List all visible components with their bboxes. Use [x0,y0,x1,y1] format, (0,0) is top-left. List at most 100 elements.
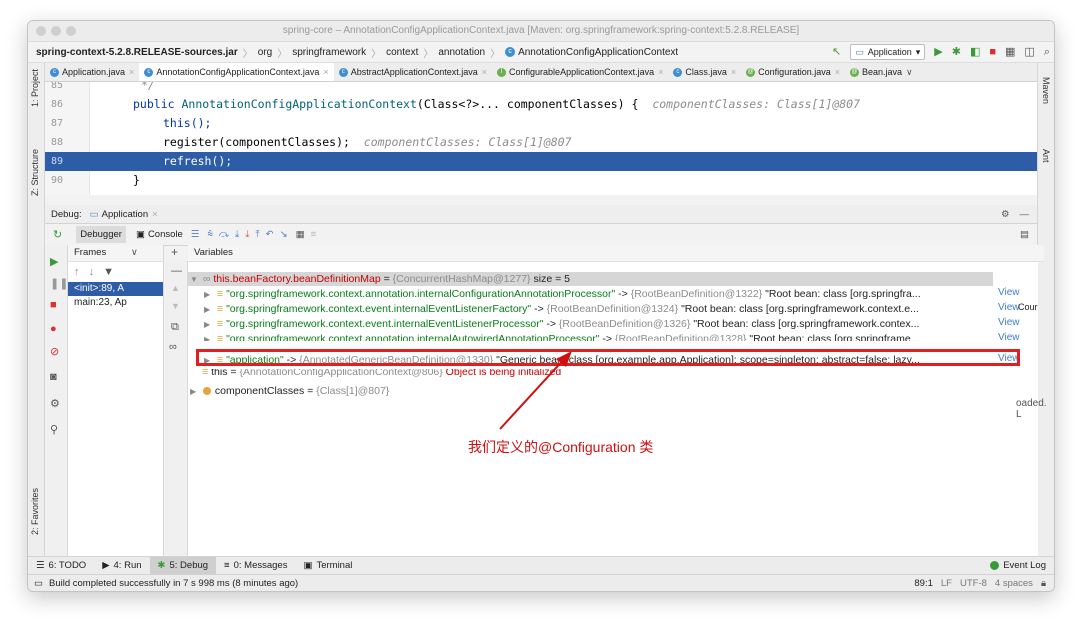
rerun-icon[interactable]: ↻ [53,228,62,241]
variable-row-entry[interactable]: ▶ ≡ "org.springframework.context.event.in… [188,317,1009,331]
variable-row-this[interactable]: ≡ this = {AnnotationConfigApplicationCont… [188,369,1007,377]
move-down-icon[interactable]: ▼ [171,301,180,311]
collapsed-triangle-icon[interactable]: ▶ [204,288,214,301]
frame-row[interactable]: main:23, Ap [68,296,163,310]
line-separator[interactable]: LF [941,578,952,589]
variable-row-entry[interactable]: ▶ ≡ "org.springframework.context.event.in… [188,302,1009,316]
tab-configuration-java[interactable]: @ Configuration.java × [741,63,845,81]
chevron-down-icon[interactable]: ∨ [906,67,913,78]
camera-icon[interactable]: ◙ [50,371,57,383]
run-icon[interactable]: ▶ [934,46,942,58]
expanded-triangle-icon[interactable]: ▼ [190,273,200,286]
close-icon[interactable]: × [323,67,328,77]
view-link[interactable]: View [998,287,1020,298]
settings-icon[interactable]: ⚙ [50,397,60,410]
minimize-icon[interactable]: — [1020,209,1030,220]
drop-frame-icon[interactable]: ↶ [266,229,274,240]
collapsed-triangle-icon[interactable]: ▶ [204,303,214,316]
show-execution-point-icon[interactable]: ⩯ [207,229,213,240]
tab-debug[interactable]: ✱ 5: Debug [149,557,217,574]
tab-messages[interactable]: ≡ 0: Messages [216,557,295,574]
breadcrumb-jar[interactable]: spring-context-5.2.8.RELEASE-sources.jar [36,47,238,58]
tab-annotationconfigapplicationcontext-java[interactable]: c AnnotationConfigApplicationContext.jav… [139,63,334,81]
code-editor[interactable]: 85 */ 86 public AnnotationConfigApplicat… [45,82,1037,195]
close-icon[interactable]: × [152,209,158,220]
variable-row-beandefinitionmap[interactable]: ▼ ∞ this.beanFactory.beanDefinitionMap =… [188,272,993,286]
window-layout-icon[interactable]: ▭ [34,578,43,589]
search-icon[interactable]: ⌕ [1044,46,1050,58]
close-icon[interactable]: × [835,67,840,77]
copy-icon[interactable]: ⧉ [171,321,179,334]
view-link[interactable]: View [998,317,1020,328]
breadcrumb-class[interactable]: AnnotationConfigApplicationContext [518,47,678,58]
frame-row[interactable]: <init>:89, A [68,282,163,296]
resume-icon[interactable]: ▶ [50,255,58,268]
view-link[interactable]: View [998,302,1020,313]
step-out-icon[interactable]: ⤒ [255,229,259,240]
evaluate-expression-icon[interactable]: ▦ [296,229,305,240]
gear-icon[interactable]: ⚙ [1001,209,1010,220]
coverage-icon[interactable]: ◧ [970,46,980,58]
breadcrumb-org[interactable]: org [258,47,272,58]
tab-abstractapplicationcontext-java[interactable]: c AbstractApplicationContext.java × [334,63,492,81]
lock-icon[interactable]: 🔒︎ [1041,578,1046,589]
tab-configurableapplicationcontext-java[interactable]: I ConfigurableApplicationContext.java × [492,63,668,81]
pin-icon[interactable]: ⚲ [50,423,58,436]
breadcrumb-context[interactable]: context [386,47,418,58]
arrow-down-icon[interactable]: ↓ [89,266,95,278]
view-breakpoints-icon[interactable]: ● [50,323,57,335]
run-to-cursor-icon[interactable]: ↘ [280,229,288,240]
console-tab[interactable]: Console [148,229,183,240]
remove-icon[interactable]: — [171,265,182,277]
variable-row-componentclasses[interactable]: ▶ componentClasses = {Class[1]@807} [188,384,995,398]
favorites-tool-button[interactable]: 2: Favorites [30,488,40,535]
close-icon[interactable]: × [658,67,663,77]
collapsed-triangle-icon[interactable]: ▶ [204,318,214,331]
debugger-tab[interactable]: Debugger [76,226,126,243]
maven-tool-button[interactable]: Maven [1041,77,1051,104]
variable-row-entry-clipped[interactable]: ▶ ≡ "org.springframework.context.annotati… [188,332,1009,341]
structure-tool-button[interactable]: Z: Structure [30,149,40,196]
mute-breakpoints-icon[interactable]: ⊘ [50,345,59,358]
stop-icon[interactable]: ■ [989,46,996,58]
tab-bean-java[interactable]: @ Bean.java ∨ [845,63,918,81]
glasses-icon[interactable]: ∞ [169,341,177,353]
arrow-up-icon[interactable]: ↑ [74,266,80,278]
view-link[interactable]: View [998,332,1020,341]
close-icon[interactable]: × [129,67,134,77]
caret-position[interactable]: 89:1 [914,578,933,589]
chevron-down-icon[interactable]: ∨ [131,247,138,258]
collapsed-triangle-icon[interactable]: ▶ [190,385,200,398]
tab-application-java[interactable]: c Application.java × [45,63,139,81]
file-encoding[interactable]: UTF-8 [960,578,987,589]
back-arrow-icon[interactable]: ↖ [832,46,841,58]
tab-run[interactable]: ▶ 4: Run [94,557,149,574]
run-configuration-select[interactable]: ▭ Application ▾ [850,44,926,60]
debug-session-tab[interactable]: Application [102,209,148,220]
pause-icon[interactable]: ❚❚ [50,277,68,290]
step-into-icon[interactable]: ⤓ [235,229,239,240]
move-up-icon[interactable]: ▲ [171,283,180,293]
debug-bug-icon[interactable]: ✱ [952,46,961,58]
filter-icon[interactable]: ▼ [103,266,114,278]
project-structure-icon[interactable]: ▦ [1005,46,1015,58]
breadcrumb-annotation[interactable]: annotation [438,47,485,58]
event-log-button[interactable]: Event Log [990,560,1046,571]
stop-icon[interactable]: ■ [50,299,57,311]
force-step-into-icon[interactable]: ⤓ [245,229,249,240]
tab-todo[interactable]: ☰ 6: TODO [28,557,94,574]
project-tool-button[interactable]: 1: Project [30,69,40,107]
tab-terminal[interactable]: ▣ Terminal [295,557,360,574]
ant-tool-button[interactable]: Ant [1041,149,1051,163]
breadcrumb-springframework[interactable]: springframework [292,47,366,58]
variable-row-entry[interactable]: ▶ ≡ "org.springframework.context.annotati… [188,287,1009,301]
add-watch-icon[interactable]: + [171,245,178,259]
close-icon[interactable]: × [731,67,736,77]
layout-settings-icon[interactable]: ▤ [1020,229,1029,240]
menu-lines-icon[interactable]: ☰ [191,229,200,240]
tab-class-java[interactable]: c Class.java × [668,63,741,81]
layout-icon[interactable]: ◫ [1024,46,1034,58]
step-over-icon[interactable]: ⤼ [219,229,229,240]
trace-icon[interactable]: ≡ [311,229,317,240]
close-icon[interactable]: × [482,67,487,77]
